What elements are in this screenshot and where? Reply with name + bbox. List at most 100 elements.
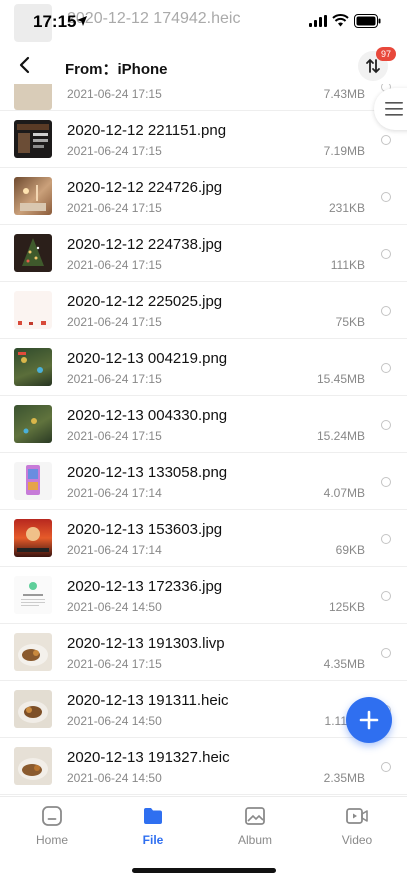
file-date: 2021-06-24 17:15 [67, 201, 162, 215]
status-bar: 2020-12-12 174942.heic 17:15 [0, 0, 407, 44]
file-size: 4.07MB [323, 486, 365, 500]
select-radio[interactable] [381, 534, 391, 544]
select-radio[interactable] [381, 135, 391, 145]
file-date: 2021-06-24 17:15 [67, 372, 162, 386]
tab-label: File [142, 833, 164, 847]
file-name: 2020-12-12 225025.jpg [67, 293, 223, 310]
file-row[interactable]: 2020-12-12 224738.jpg 2021-06-24 17:15 1… [0, 225, 407, 282]
file-size: 69KB [335, 543, 365, 557]
file-row[interactable]: 2020-12-13 191303.livp 2021-06-24 17:15 … [0, 624, 407, 681]
file-thumbnail [14, 519, 52, 557]
tab-file[interactable]: File [113, 805, 193, 853]
file-name: 2020-12-13 004330.png [67, 407, 228, 424]
file-name: 2020-12-13 133058.png [67, 464, 228, 481]
select-radio[interactable] [381, 192, 391, 202]
file-row[interactable]: 2020-12-13 004330.png 2021-06-24 17:15 1… [0, 396, 407, 453]
battery-icon [354, 14, 381, 28]
back-chevron-icon[interactable] [14, 54, 36, 76]
file-thumbnail [14, 84, 52, 110]
file-date: 2021-06-24 17:15 [67, 657, 162, 671]
file-row[interactable]: 2020-12-12 225025.jpg 2021-06-24 17:15 7… [0, 282, 407, 339]
file-date: 2021-06-24 17:14 [67, 543, 162, 557]
file-date: 2021-06-24 17:15 [67, 258, 162, 272]
file-thumbnail [14, 462, 52, 500]
file-thumbnail [14, 291, 52, 329]
video-icon [346, 808, 368, 824]
tab-label: Video [341, 833, 373, 847]
select-radio[interactable] [381, 591, 391, 601]
navigation-bar: From：iPhone 97 [0, 44, 407, 88]
plus-icon [359, 710, 379, 730]
file-row[interactable]: 2020-12-13 191311.heic 2021-06-24 14:50 … [0, 681, 407, 738]
hamburger-menu-icon [385, 102, 403, 116]
file-thumbnail [14, 633, 52, 671]
file-row[interactable]: 2021-06-24 17:15 7.43MB [0, 84, 407, 111]
file-size: 7.19MB [323, 144, 365, 158]
file-size: 2.35MB [323, 771, 365, 785]
file-name: 2020-12-12 224726.jpg [67, 179, 223, 196]
file-row[interactable]: 2020-12-13 004219.png 2021-06-24 17:15 1… [0, 339, 407, 396]
file-row[interactable]: 2020-12-13 153603.jpg 2021-06-24 17:14 6… [0, 510, 407, 567]
wifi-icon [332, 14, 349, 27]
add-button[interactable] [346, 697, 392, 743]
file-thumbnail [14, 747, 52, 785]
file-date: 2021-06-24 14:50 [67, 771, 162, 785]
file-size: 125KB [328, 600, 365, 614]
tab-home[interactable]: Home [12, 805, 92, 853]
file-date: 2021-06-24 17:15 [67, 315, 162, 329]
file-thumbnail [14, 405, 52, 443]
file-thumbnail [14, 234, 52, 272]
tab-album[interactable]: Album [215, 805, 295, 853]
file-name: 2020-12-13 004219.png [67, 350, 228, 367]
file-size: 15.45MB [316, 372, 365, 386]
file-name: 2020-12-13 153603.jpg [67, 521, 223, 538]
file-size: 15.24MB [316, 429, 365, 443]
file-name: 2020-12-13 191303.livp [67, 635, 225, 652]
file-row[interactable]: 2020-12-12 221151.png 2021-06-24 17:15 7… [0, 111, 407, 168]
page-title: From：iPhone [65, 61, 168, 78]
file-thumbnail [14, 690, 52, 728]
home-icon [42, 806, 62, 826]
file-row[interactable]: 2020-12-13 191327.heic 2021-06-24 14:50 … [0, 738, 407, 795]
file-row[interactable]: 2020-12-13 172336.jpg 2021-06-24 14:50 1… [0, 567, 407, 624]
select-radio[interactable] [381, 249, 391, 259]
file-thumbnail [14, 348, 52, 386]
notification-badge: 97 [376, 47, 396, 61]
file-thumbnail [14, 576, 52, 614]
image-icon [245, 807, 265, 825]
file-name: 2020-12-12 221151.png [67, 122, 227, 139]
location-arrow-icon [77, 16, 87, 26]
file-date: 2021-06-24 14:50 [67, 714, 162, 728]
select-radio[interactable] [381, 420, 391, 430]
file-size: 75KB [335, 315, 365, 329]
file-list: 2021-06-24 17:15 7.43MB 2020-12-12 22115… [0, 84, 407, 796]
file-date: 2021-06-24 17:15 [67, 144, 162, 158]
select-radio[interactable] [381, 477, 391, 487]
file-size: 111KB [330, 258, 365, 272]
file-date: 2021-06-24 17:15 [67, 429, 162, 443]
file-row[interactable]: 2020-12-12 224726.jpg 2021-06-24 17:15 2… [0, 168, 407, 225]
file-size: 7.43MB [323, 87, 365, 101]
status-time: 17:15 [33, 12, 77, 31]
file-name: 2020-12-13 172336.jpg [67, 578, 223, 595]
tab-label: Home [35, 833, 68, 847]
select-radio[interactable] [381, 648, 391, 658]
file-date: 2021-06-24 17:14 [67, 486, 162, 500]
sort-arrows-icon [366, 58, 380, 74]
home-indicator [132, 868, 276, 873]
select-radio[interactable] [381, 363, 391, 373]
file-thumbnail [14, 120, 52, 158]
cellular-signal-icon [309, 15, 327, 27]
tab-video[interactable]: Video [317, 805, 397, 853]
tab-label: Album [237, 833, 272, 847]
folder-icon [144, 808, 162, 824]
file-date: 2021-06-24 17:15 [67, 87, 162, 101]
file-thumbnail [14, 177, 52, 215]
select-radio[interactable] [381, 306, 391, 316]
file-name: 2020-12-13 191327.heic [67, 749, 230, 766]
file-name: 2020-12-13 191311.heic [67, 692, 229, 709]
file-size: 231KB [328, 201, 365, 215]
select-radio[interactable] [381, 762, 391, 772]
file-date: 2021-06-24 14:50 [67, 600, 162, 614]
file-row[interactable]: 2020-12-13 133058.png 2021-06-24 17:14 4… [0, 453, 407, 510]
